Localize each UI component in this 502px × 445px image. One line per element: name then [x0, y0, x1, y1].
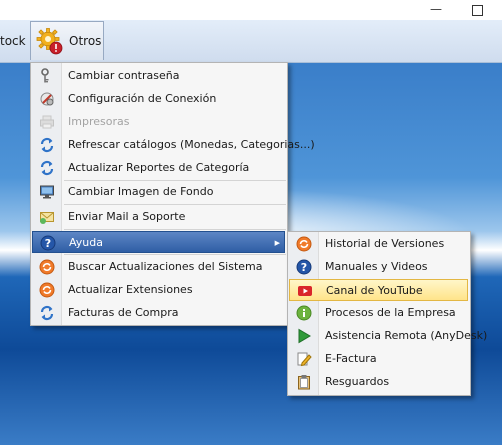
submenu-item-label: Canal de YouTube: [326, 284, 423, 297]
connection-settings-icon: [40, 92, 54, 106]
submenu-item-label: Manuales y Videos: [325, 260, 428, 273]
menu-item-actualizar-reportes[interactable]: Actualizar Reportes de Categoría: [32, 157, 285, 179]
menu-item-configuracion-conexion[interactable]: Configuración de Conexión: [32, 88, 285, 110]
monitor-icon: [40, 185, 54, 199]
submenu-item-label: Historial de Versiones: [325, 237, 445, 250]
menu-item-impresoras[interactable]: Impresoras: [32, 111, 285, 133]
refresh-icon: [40, 305, 54, 321]
menu-item-label: Ayuda: [69, 236, 103, 249]
menu-separator: [64, 254, 286, 255]
menu-item-label: Impresoras: [68, 115, 130, 128]
play-icon: [298, 328, 311, 344]
menu-item-enviar-mail-soporte[interactable]: Enviar Mail a Soporte: [32, 206, 285, 228]
otros-dropdown-menu: Cambiar contraseña Configuración de Cone…: [30, 62, 315, 326]
submenu-item-resguardos[interactable]: Resguardos: [289, 371, 468, 393]
window-titlebar: —: [0, 0, 502, 20]
submenu-item-asistencia-remota[interactable]: Asistencia Remota (AnyDesk): [289, 325, 487, 347]
key-icon: [41, 68, 49, 83]
menu-item-ayuda[interactable]: ? Ayuda ▶: [32, 231, 285, 253]
update-icon: [39, 282, 55, 298]
menu-item-cambiar-imagen-fondo[interactable]: Cambiar Imagen de Fondo: [32, 181, 285, 203]
submenu-item-label: E-Factura: [325, 352, 377, 365]
submenu-item-procesos-empresa[interactable]: Procesos de la Empresa: [289, 302, 468, 324]
refresh-icon: [40, 137, 54, 153]
gear-alert-icon: [36, 28, 63, 55]
menu-item-label: Cambiar contraseña: [68, 69, 180, 82]
submenu-item-label: Procesos de la Empresa: [325, 306, 456, 319]
youtube-icon: [298, 286, 312, 296]
submenu-item-manuales-videos[interactable]: ? Manuales y Videos: [289, 256, 468, 278]
submenu-item-canal-youtube[interactable]: Canal de YouTube: [289, 279, 468, 301]
menu-item-label: Actualizar Extensiones: [68, 283, 193, 296]
menu-otros[interactable]: Otros: [30, 21, 104, 60]
svg-text:?: ?: [301, 261, 307, 274]
mail-icon: [40, 212, 54, 224]
menu-separator: [64, 204, 286, 205]
menu-item-actualizar-extensiones[interactable]: Actualizar Extensiones: [32, 279, 285, 301]
menu-item-label: Enviar Mail a Soporte: [68, 210, 186, 223]
menu-item-facturas-compra[interactable]: Facturas de Compra: [32, 302, 285, 324]
ayuda-submenu: Historial de Versiones ? Manuales y Vide…: [287, 231, 487, 396]
menu-item-cambiar-contrasena[interactable]: Cambiar contraseña: [32, 65, 285, 87]
document-edit-icon: [297, 352, 312, 367]
menu-item-label: Buscar Actualizaciones del Sistema: [68, 260, 263, 273]
svg-text:?: ?: [45, 237, 51, 250]
submenu-item-historial-versiones[interactable]: Historial de Versiones: [289, 233, 468, 255]
menu-item-label: Configuración de Conexión: [68, 92, 217, 105]
menu-item-label: Cambiar Imagen de Fondo: [68, 185, 214, 198]
update-icon: [296, 236, 312, 252]
maximize-button[interactable]: [466, 0, 488, 20]
menu-item-buscar-actualizaciones[interactable]: Buscar Actualizaciones del Sistema: [32, 256, 285, 278]
menu-item-label: Refrescar catálogos (Monedas, Categorias…: [68, 138, 315, 151]
menu-item-label: Facturas de Compra: [68, 306, 179, 319]
minimize-button[interactable]: —: [425, 0, 447, 20]
clipboard-icon: [298, 375, 310, 390]
help-icon: ?: [296, 259, 312, 275]
menu-separator: [64, 229, 286, 230]
menu-item-refrescar-catalogos[interactable]: Refrescar catálogos (Monedas, Categorias…: [32, 134, 315, 156]
menu-item-label: Actualizar Reportes de Categoría: [68, 161, 250, 174]
printer-icon: [40, 115, 54, 129]
menu-otros-label: Otros: [69, 34, 102, 48]
menu-bar: tock Otros: [0, 20, 502, 63]
submenu-item-label: Asistencia Remota (AnyDesk): [325, 329, 488, 342]
submenu-item-label: Resguardos: [325, 375, 390, 388]
refresh-icon: [40, 160, 54, 176]
submenu-arrow-icon: ▶: [274, 239, 280, 247]
info-icon: [296, 305, 312, 321]
update-icon: [39, 259, 55, 275]
maximize-icon: [471, 5, 483, 16]
help-icon: ?: [40, 235, 56, 251]
submenu-item-e-factura[interactable]: E-Factura: [289, 348, 468, 370]
menu-stock[interactable]: tock: [0, 34, 26, 48]
